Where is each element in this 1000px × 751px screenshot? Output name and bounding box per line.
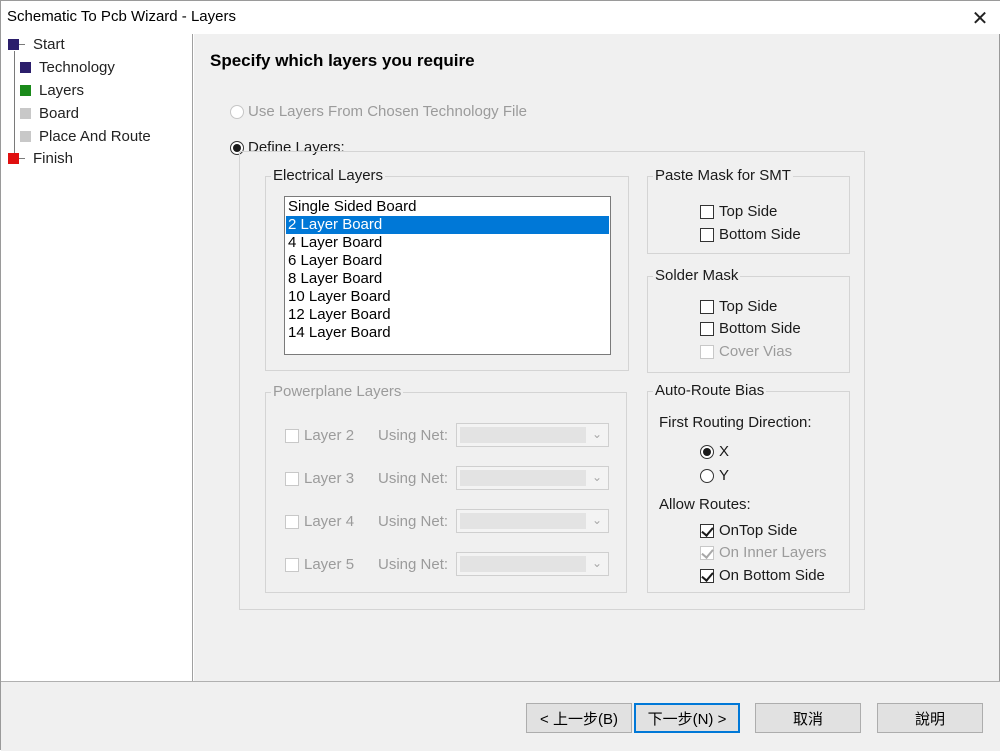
using-net-label: Using Net:	[378, 556, 449, 573]
allow-routes-label: Allow Routes:	[659, 496, 751, 513]
paste-top-checkbox[interactable]	[700, 205, 714, 219]
powerplane-layers-title: Powerplane Layers	[271, 383, 404, 400]
wizard-window: Schematic To Pcb Wizard - Layers ✕ Start…	[0, 0, 1000, 751]
cover-vias-checkbox[interactable]	[700, 345, 714, 359]
tree-item-technology[interactable]: Technology	[39, 59, 115, 76]
layer-3-net-combo[interactable]: ⌄	[456, 466, 609, 490]
tree-item-board[interactable]: Board	[39, 105, 79, 122]
chevron-down-icon: ⌄	[591, 556, 602, 570]
help-button[interactable]: 說明	[877, 703, 983, 733]
using-net-label: Using Net:	[378, 470, 449, 487]
solder-top-checkbox[interactable]	[700, 300, 714, 314]
tree-line	[14, 51, 15, 160]
window-title: Schematic To Pcb Wizard - Layers	[7, 8, 236, 25]
use-tech-file-label: Use Layers From Chosen Technology File	[248, 103, 528, 120]
list-item[interactable]: 6 Layer Board	[286, 252, 609, 270]
using-net-label: Using Net:	[378, 427, 449, 444]
direction-x-radio[interactable]	[700, 445, 714, 459]
bottom-side-label: On Bottom Side	[719, 567, 825, 584]
cover-vias-label: Cover Vias	[719, 343, 793, 360]
tree-item-start[interactable]: Start	[33, 36, 65, 53]
layer-5-checkbox[interactable]	[285, 558, 299, 572]
inner-layers-label: On Inner Layers	[719, 544, 827, 561]
chevron-down-icon: ⌄	[591, 513, 602, 527]
using-net-label: Using Net:	[378, 513, 449, 530]
next-button[interactable]: 下一步(N) >	[634, 703, 740, 733]
step-technology-icon	[20, 62, 31, 73]
paste-mask-title: Paste Mask for SMT	[653, 167, 793, 184]
list-item[interactable]: 14 Layer Board	[286, 324, 609, 342]
layer-5-label: Layer 5	[304, 556, 355, 573]
tree-item-finish[interactable]: Finish	[33, 150, 73, 167]
paste-bottom-label: Bottom Side	[719, 226, 801, 243]
tree-item-layers[interactable]: Layers	[39, 82, 84, 99]
layer-5-net-combo[interactable]: ⌄	[456, 552, 609, 576]
solder-top-label: Top Side	[719, 298, 778, 315]
title-bar: Schematic To Pcb Wizard - Layers ✕	[1, 1, 1000, 34]
tree-item-place-and-route[interactable]: Place And Route	[39, 128, 151, 145]
layer-4-net-combo[interactable]: ⌄	[456, 509, 609, 533]
layers-page: Specify which layers you require Use Lay…	[194, 34, 999, 681]
layer-4-label: Layer 4	[304, 513, 355, 530]
page-title: Specify which layers you require	[210, 51, 475, 70]
wizard-steps-tree: Start Technology Layers Board Place And …	[1, 34, 193, 681]
solder-bottom-label: Bottom Side	[719, 320, 801, 337]
paste-bottom-checkbox[interactable]	[700, 228, 714, 242]
step-board-icon	[20, 108, 31, 119]
layer-3-label: Layer 3	[304, 470, 355, 487]
step-place-route-icon	[20, 131, 31, 142]
paste-top-label: Top Side	[719, 203, 778, 220]
back-button[interactable]: < 上一步(B)	[526, 703, 632, 733]
step-start-icon	[8, 39, 19, 50]
list-item[interactable]: 4 Layer Board	[286, 234, 609, 252]
list-item[interactable]: Single Sided Board	[286, 198, 609, 216]
use-tech-file-radio[interactable]	[230, 105, 244, 119]
layer-2-net-combo[interactable]: ⌄	[456, 423, 609, 447]
chevron-down-icon: ⌄	[591, 470, 602, 484]
list-item[interactable]: 10 Layer Board	[286, 288, 609, 306]
list-item[interactable]: 12 Layer Board	[286, 306, 609, 324]
list-item-selected[interactable]: 2 Layer Board	[286, 216, 609, 234]
solder-mask-title: Solder Mask	[653, 267, 741, 284]
step-finish-icon	[8, 153, 19, 164]
layer-2-checkbox[interactable]	[285, 429, 299, 443]
direction-y-radio[interactable]	[700, 469, 714, 483]
ontop-side-label: OnTop Side	[719, 522, 798, 539]
electrical-layers-title: Electrical Layers	[271, 167, 386, 184]
direction-y-label: Y	[719, 467, 730, 484]
bottom-side-checkbox[interactable]	[700, 569, 714, 583]
direction-x-label: X	[719, 443, 730, 460]
solder-bottom-checkbox[interactable]	[700, 322, 714, 336]
cancel-button[interactable]: 取消	[755, 703, 861, 733]
ontop-side-checkbox[interactable]	[700, 524, 714, 538]
layer-3-checkbox[interactable]	[285, 472, 299, 486]
button-bar: < 上一步(B) 下一步(N) > 取消 說明	[1, 681, 1000, 751]
close-icon[interactable]: ✕	[965, 5, 995, 31]
inner-layers-checkbox[interactable]	[700, 546, 714, 560]
first-direction-label: First Routing Direction:	[659, 414, 812, 431]
layer-2-label: Layer 2	[304, 427, 355, 444]
electrical-layers-listbox[interactable]: Single Sided Board 2 Layer Board 4 Layer…	[284, 196, 611, 355]
layer-4-checkbox[interactable]	[285, 515, 299, 529]
auto-route-title: Auto-Route Bias	[653, 382, 767, 399]
chevron-down-icon: ⌄	[591, 427, 602, 441]
step-layers-icon	[20, 85, 31, 96]
list-item[interactable]: 8 Layer Board	[286, 270, 609, 288]
